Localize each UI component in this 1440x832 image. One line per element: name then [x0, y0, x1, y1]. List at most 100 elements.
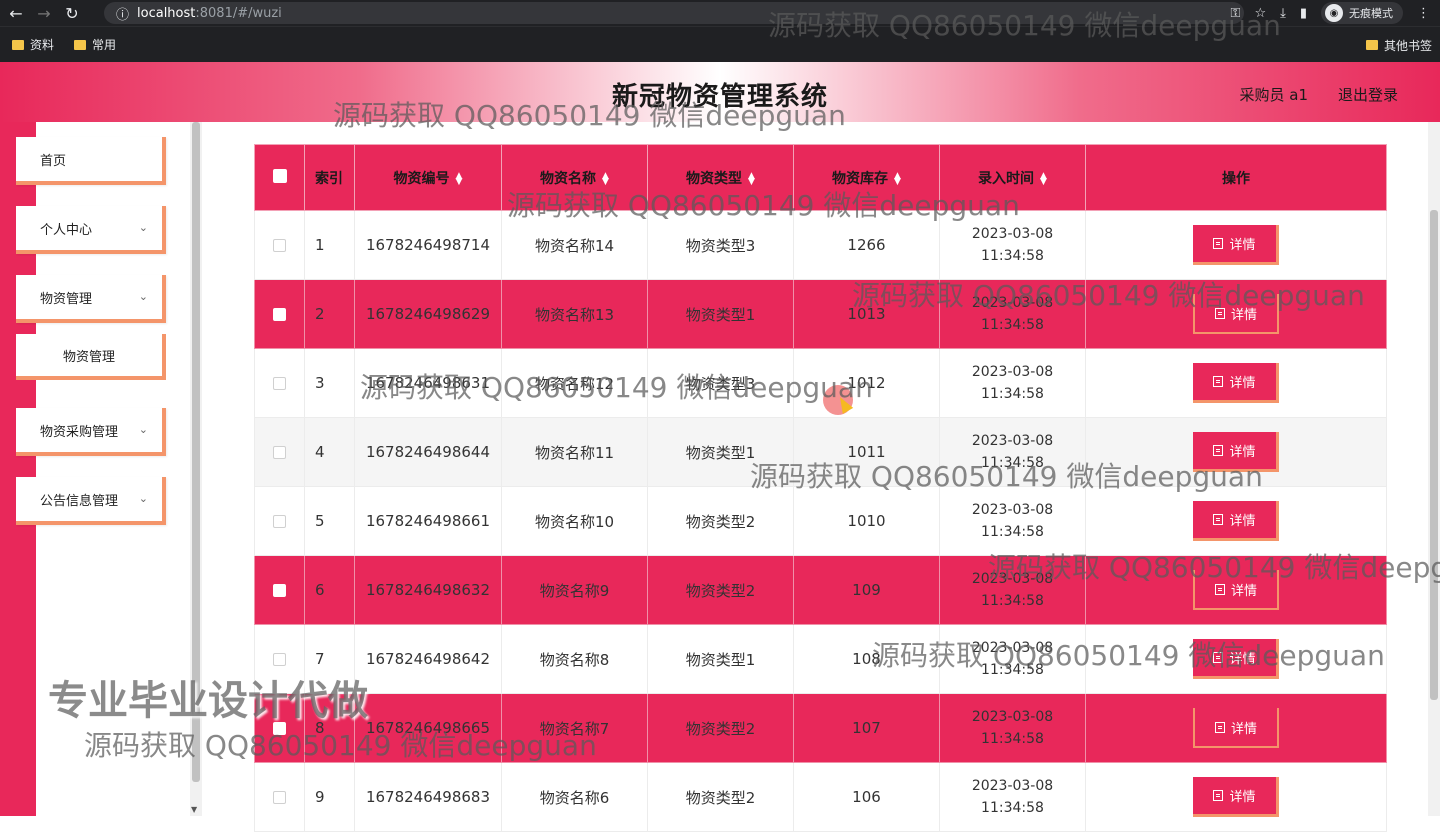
incognito-badge[interactable]: ◉ 无痕模式: [1321, 2, 1403, 24]
cell-time: 2023-03-08 11:34:58: [939, 348, 1086, 418]
document-icon: [1213, 514, 1224, 525]
sidebar-item-notices[interactable]: 公告信息管理 ⌄: [16, 477, 166, 525]
document-icon: [1214, 721, 1225, 733]
bookmark-folder[interactable]: 常用: [74, 36, 116, 53]
table-row[interactable]: 2 1678246498629 物资名称13 物资类型1 1013 2023-03-08 …: [254, 279, 1387, 349]
scroll-down-icon[interactable]: ▼: [191, 805, 197, 814]
reload-icon[interactable]: ↻: [60, 1, 84, 25]
cell-action: 详情: [1085, 417, 1387, 487]
column-header-name[interactable]: 物资名称 ▲ ▼: [501, 144, 648, 211]
column-header-action: 操作: [1085, 144, 1387, 211]
menu-icon[interactable]: ⋮: [1417, 6, 1430, 21]
column-header-time[interactable]: 录入时间 ▲ ▼: [939, 144, 1086, 211]
logout-link[interactable]: 退出登录: [1338, 84, 1398, 105]
address-bar[interactable]: ⓘ localhost:8081/#/wuzi: [104, 2, 1244, 24]
cell-name: 物资名称12: [501, 348, 648, 418]
back-icon[interactable]: ←: [4, 1, 28, 25]
cell-action: 详情: [1085, 762, 1387, 832]
other-bookmarks[interactable]: 其他书签: [1365, 27, 1432, 63]
table-row[interactable]: 9 1678246498683 物资名称6 物资类型2 106 2023-03-08 11…: [254, 762, 1387, 832]
select-all-checkbox[interactable]: [272, 168, 287, 183]
cell-time: 2023-03-08 11:34:58: [939, 555, 1086, 625]
incognito-icon: ◉: [1325, 4, 1343, 22]
chevron-down-icon: ⌄: [138, 492, 148, 505]
cell-type: 物资类型1: [647, 417, 794, 487]
row-checkbox[interactable]: [273, 377, 286, 390]
folder-icon: [12, 39, 24, 50]
row-checkbox-cell: [254, 417, 305, 487]
info-icon[interactable]: ⓘ: [116, 4, 129, 23]
sidepanel-icon[interactable]: ▮: [1300, 6, 1307, 21]
cell-code: 1678246498665: [354, 693, 502, 763]
detail-button[interactable]: 详情: [1193, 294, 1279, 334]
cell-action: 详情: [1085, 279, 1387, 349]
sort-icon[interactable]: ▲ ▼: [748, 171, 755, 186]
forward-icon[interactable]: →: [32, 1, 56, 25]
chevron-down-icon: ⌄: [138, 423, 148, 436]
key-icon[interactable]: ⚿: [1231, 6, 1241, 21]
cell-index: 1: [304, 210, 355, 280]
row-checkbox[interactable]: [273, 515, 286, 528]
star-icon[interactable]: ☆: [1254, 6, 1266, 21]
column-header-type[interactable]: 物资类型 ▲ ▼: [647, 144, 794, 211]
sort-icon[interactable]: ▲ ▼: [602, 171, 609, 186]
row-checkbox[interactable]: [273, 791, 286, 804]
cell-type: 物资类型1: [647, 624, 794, 694]
detail-button[interactable]: 详情: [1193, 708, 1279, 748]
detail-button[interactable]: 详情: [1193, 225, 1279, 265]
detail-button[interactable]: 详情: [1193, 639, 1279, 679]
table-row[interactable]: 3 1678246498631 物资名称12 物资类型3 1012 2023-03-08 …: [254, 348, 1387, 418]
download-icon[interactable]: ⤓: [1280, 6, 1286, 21]
cell-code: 1678246498644: [354, 417, 502, 487]
table-row[interactable]: 8 1678246498665 物资名称7 物资类型2 107 2023-03-08 11…: [254, 693, 1387, 763]
sort-icon[interactable]: ▲ ▼: [456, 171, 463, 186]
sidebar-item-supplies[interactable]: 物资管理 ⌄: [16, 275, 166, 323]
row-checkbox-cell: [254, 210, 305, 280]
chevron-down-icon: ⌄: [138, 290, 148, 303]
incognito-label: 无痕模式: [1349, 7, 1393, 20]
detail-button[interactable]: 详情: [1193, 363, 1279, 403]
sidebar-item-home[interactable]: 首页: [16, 137, 166, 185]
table-row[interactable]: 1 1678246498714 物资名称14 物资类型3 1266 2023-03-08 …: [254, 210, 1387, 280]
document-icon: [1214, 307, 1225, 319]
detail-button[interactable]: 详情: [1193, 501, 1279, 541]
column-header-stock[interactable]: 物资库存 ▲ ▼: [793, 144, 940, 211]
bookmark-folder[interactable]: 资料: [12, 36, 54, 53]
app-header: 新冠物资管理系统 采购员 a1 退出登录: [0, 62, 1440, 122]
cell-type: 物资类型2: [647, 762, 794, 832]
detail-button[interactable]: 详情: [1193, 777, 1279, 817]
cell-stock: 1010: [793, 486, 940, 556]
cell-action: 详情: [1085, 555, 1387, 625]
cell-stock: 108: [793, 624, 940, 694]
table-row[interactable]: 7 1678246498642 物资名称8 物资类型1 108 2023-03-08 11…: [254, 624, 1387, 694]
column-header-code[interactable]: 物资编号 ▲ ▼: [354, 144, 502, 211]
table-row[interactable]: 5 1678246498661 物资名称10 物资类型2 1010 2023-03-08 …: [254, 486, 1387, 556]
cell-name: 物资名称14: [501, 210, 648, 280]
sidebar-subitem-supplies[interactable]: 物资管理: [16, 334, 166, 380]
sort-icon[interactable]: ▲ ▼: [894, 171, 901, 186]
main-scrollbar[interactable]: [1428, 122, 1440, 816]
row-checkbox-cell: [254, 348, 305, 418]
url-path: :8081/#/wuzi: [195, 5, 282, 21]
row-checkbox[interactable]: [273, 308, 286, 321]
detail-button[interactable]: 详情: [1193, 570, 1279, 610]
table-row[interactable]: 4 1678246498644 物资名称11 物资类型1 1011 2023-03-08 …: [254, 417, 1387, 487]
cell-index: 4: [304, 417, 355, 487]
cell-code: 1678246498632: [354, 555, 502, 625]
cell-time: 2023-03-08 11:34:58: [939, 624, 1086, 694]
detail-button[interactable]: 详情: [1193, 432, 1279, 472]
cell-time: 2023-03-08 11:34:58: [939, 693, 1086, 763]
column-header-index: 索引: [304, 144, 355, 211]
sidebar-item-purchase[interactable]: 物资采购管理 ⌄: [16, 408, 166, 456]
sidebar-item-profile[interactable]: 个人中心 ⌄: [16, 206, 166, 254]
scrollbar-thumb[interactable]: [1430, 210, 1438, 700]
cell-name: 物资名称7: [501, 693, 648, 763]
row-checkbox[interactable]: [273, 446, 286, 459]
row-checkbox[interactable]: [273, 584, 286, 597]
cell-code: 1678246498661: [354, 486, 502, 556]
sort-icon[interactable]: ▲ ▼: [1040, 171, 1047, 186]
row-checkbox[interactable]: [273, 239, 286, 252]
table-row[interactable]: 6 1678246498632 物资名称9 物资类型2 109 2023-03-08 11…: [254, 555, 1387, 625]
row-checkbox[interactable]: [273, 653, 286, 666]
cell-code: 1678246498714: [354, 210, 502, 280]
